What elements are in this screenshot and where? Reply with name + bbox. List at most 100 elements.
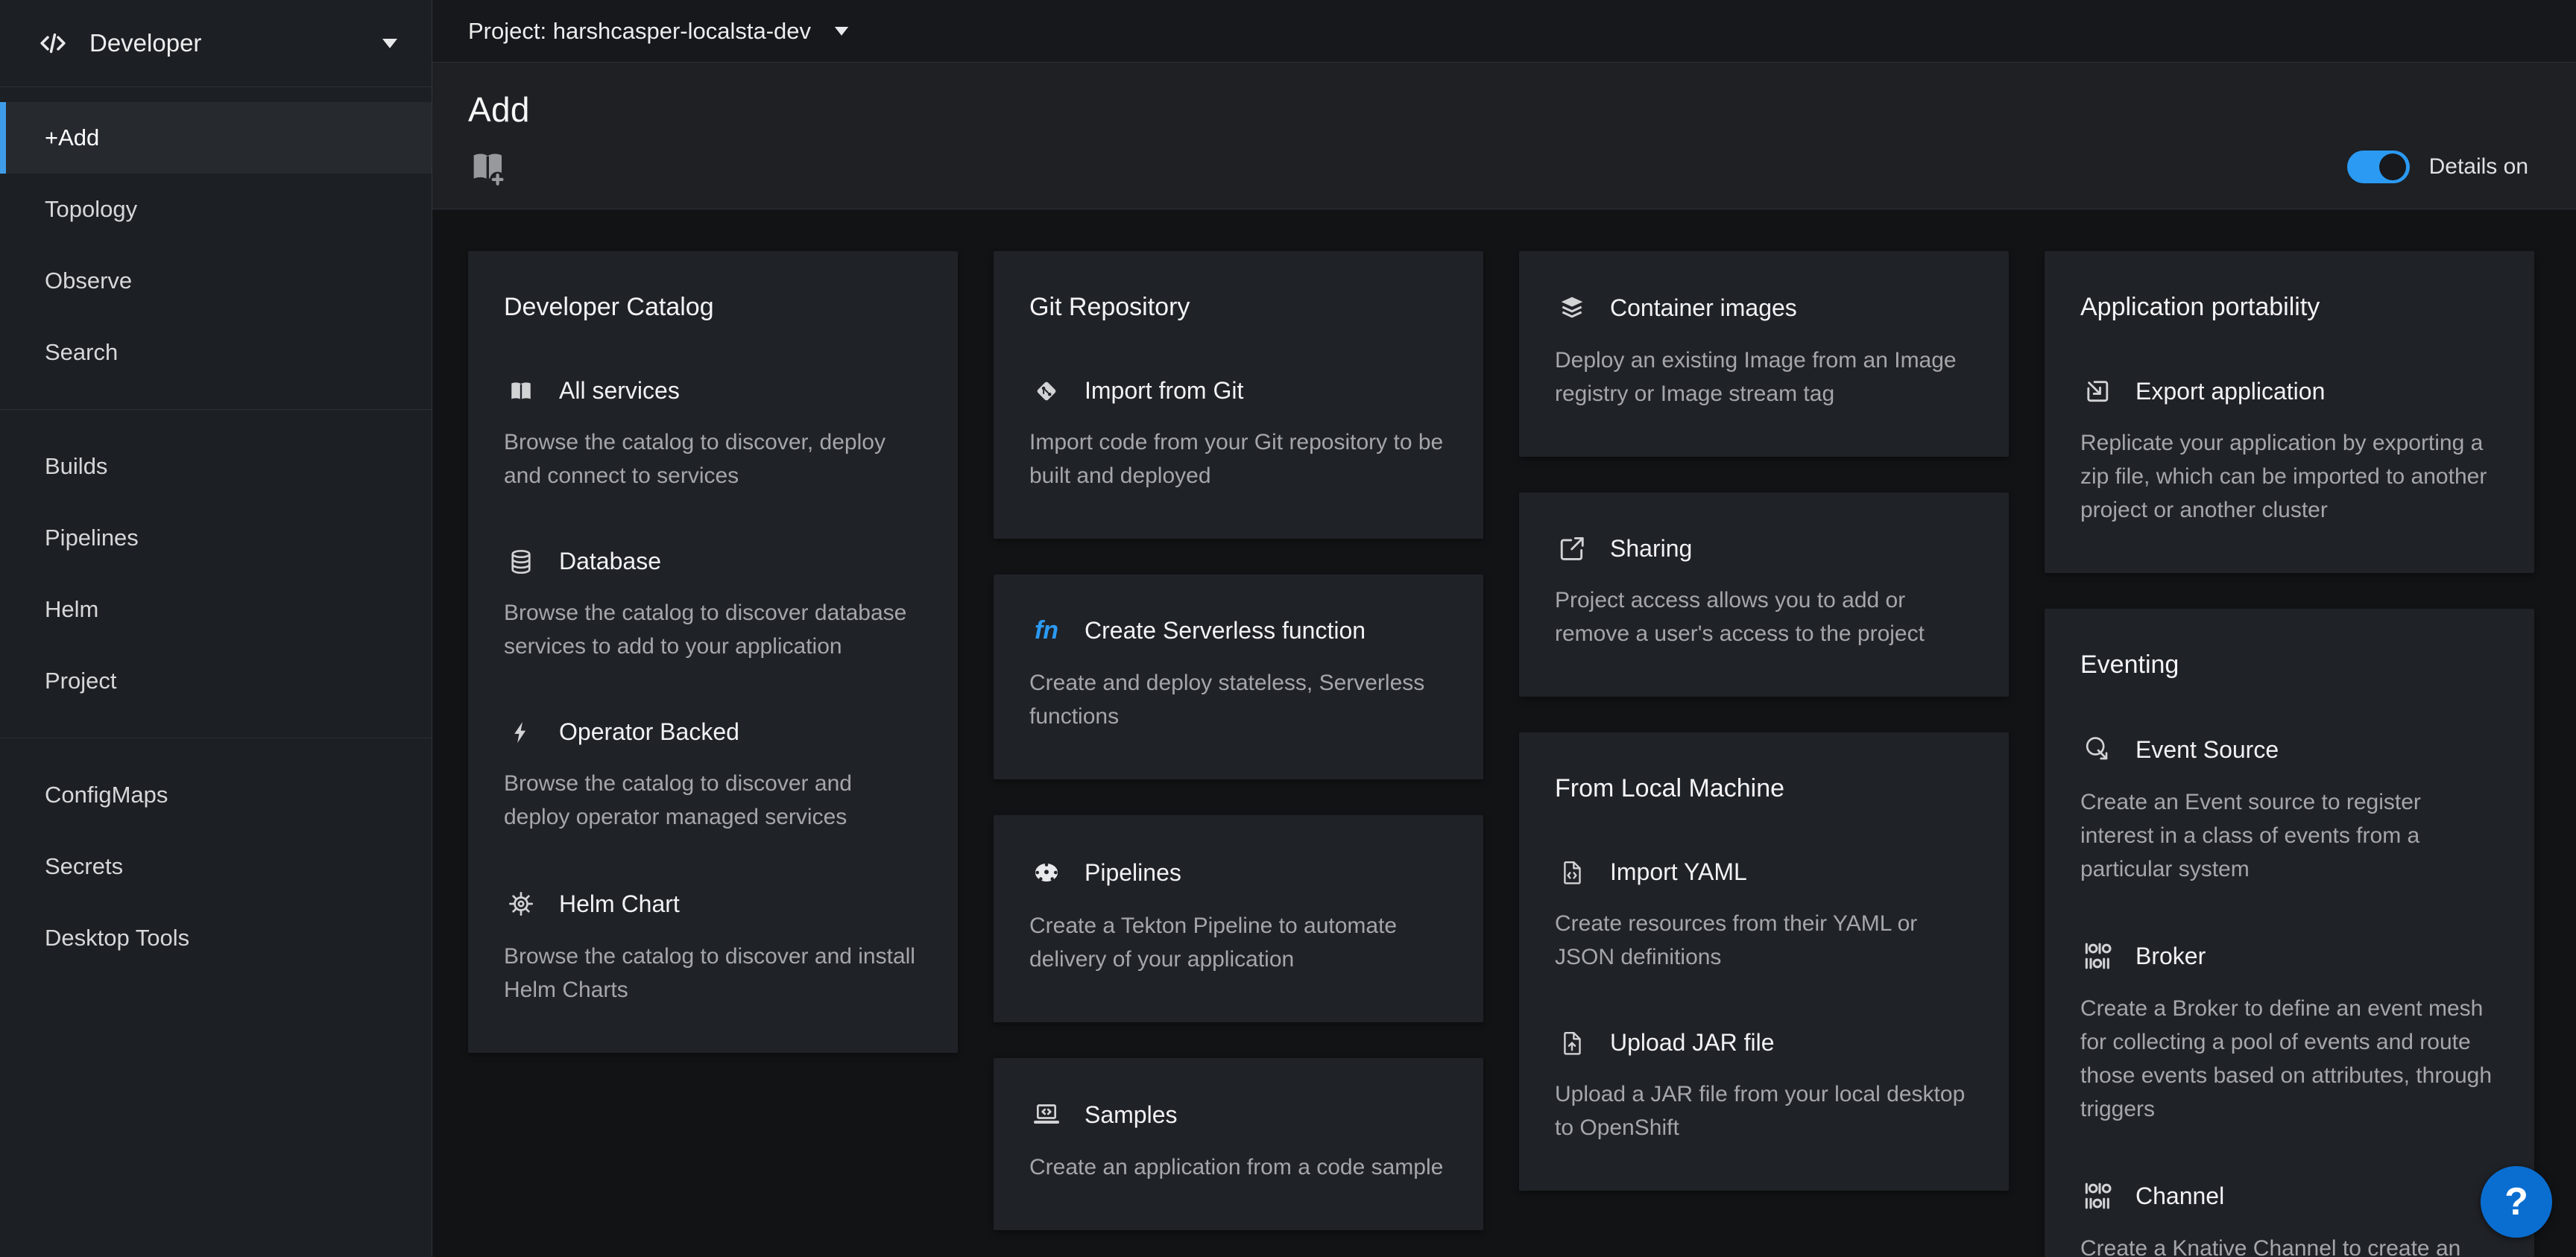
sidebar-item-topology[interactable]: Topology <box>0 174 432 245</box>
card-item-link-upload-jar-file[interactable]: Upload JAR file <box>1555 1029 1973 1057</box>
card-item-description: Browse the catalog to discover and deplo… <box>504 767 922 834</box>
card-item-link-event-source[interactable]: Event Source <box>2080 735 2498 764</box>
card-item-link-pipelines[interactable]: Pipelines <box>1029 857 1448 888</box>
card-item-create-serverless-function: fnCreate Serverless function Create and d… <box>1029 616 1448 733</box>
card-item-link-channel[interactable]: Channel <box>2080 1181 2498 1211</box>
card-column: Git Repository Import from Git Import code… <box>994 251 1483 1230</box>
card-item-link-sharing[interactable]: Sharing <box>1555 534 1973 563</box>
card-item-description: Browse the catalog to discover, deploy a… <box>504 425 922 493</box>
card-sharing: SharingProject access allows you to add … <box>1519 493 2009 697</box>
card-item-import-yaml: Import YAMLCreate resources from their Y… <box>1555 858 1973 974</box>
card-item-link-broker[interactable]: Broker <box>2080 941 2498 971</box>
git-icon <box>1029 378 1064 405</box>
card-item-link-export-application[interactable]: Export application <box>2080 377 2498 405</box>
card-create-serverless-function: fnCreate Serverless function Create and d… <box>994 574 1483 779</box>
card-container-images: Container images Deploy an existing Image… <box>1519 251 2009 457</box>
card-item-event-source: Event Source Create an Event source to re… <box>2080 735 2498 886</box>
card-git-repository: Git Repository Import from Git Import code… <box>994 251 1483 539</box>
perspective-label: Developer <box>89 29 201 57</box>
card-item-channel: Channel Create a Knative Channel to creat… <box>2080 1181 2498 1257</box>
card-item-samples: SamplesCreate an application from a code… <box>1029 1100 1448 1184</box>
database-icon <box>504 548 538 575</box>
broker-icon <box>2080 941 2115 971</box>
card-item-description: Create a Knative Channel to create an ev… <box>2080 1232 2498 1257</box>
file-upload-icon <box>1555 1030 1589 1057</box>
card-item-description: Create a Tekton Pipeline to automate del… <box>1029 909 1448 976</box>
card-item-description: Create a Broker to define an event mesh … <box>2080 992 2498 1126</box>
card-item-pipelines: Pipelines Create a Tekton Pipeline to aut… <box>1029 857 1448 976</box>
card-column: Developer CatalogAll servicesBrowse the … <box>468 251 958 1053</box>
card-title: Application portability <box>2080 293 2498 322</box>
export-icon <box>2080 377 2115 405</box>
card-item-label: Import from Git <box>1085 377 1243 405</box>
card-item-description: Import code from your Git repository to … <box>1029 425 1448 493</box>
file-code-icon <box>1555 859 1589 886</box>
chevron-down-icon <box>381 37 399 49</box>
sidebar-item-add[interactable]: +Add <box>0 102 432 174</box>
card-item-link-import-from-git[interactable]: Import from Git <box>1029 377 1448 405</box>
card-item-link-operator-backed[interactable]: Operator Backed <box>504 718 922 746</box>
card-item-description: Create an Event source to register inter… <box>2080 785 2498 886</box>
card-item-container-images: Container images Deploy an existing Image… <box>1555 293 1973 411</box>
card-item-description: Deploy an existing Image from an Image r… <box>1555 343 1973 411</box>
bolt-icon <box>504 720 538 745</box>
card-samples: SamplesCreate an application from a code… <box>994 1058 1483 1230</box>
details-toggle-label: Details on <box>2429 154 2528 180</box>
sidebar-item-secrets[interactable]: Secrets <box>0 831 432 902</box>
card-item-label: Pipelines <box>1085 859 1181 887</box>
card-item-label: Create Serverless function <box>1085 617 1366 645</box>
sidebar-item-builds[interactable]: Builds <box>0 431 432 502</box>
card-item-label: All services <box>559 377 680 405</box>
details-toggle-row: Details on <box>2347 151 2528 183</box>
card-item-sharing: SharingProject access allows you to add … <box>1555 534 1973 650</box>
samples-icon <box>1029 1100 1064 1130</box>
card-item-operator-backed: Operator Backed Browse the catalog to dis… <box>504 718 922 834</box>
card-item-link-import-yaml[interactable]: Import YAML <box>1555 858 1973 886</box>
card-item-description: Browse the catalog to discover database … <box>504 596 922 663</box>
card-item-label: Container images <box>1610 294 1797 322</box>
card-title: From Local Machine <box>1555 774 1973 803</box>
card-item-label: Helm Chart <box>559 890 680 918</box>
pipelines-icon <box>1029 857 1064 888</box>
card-item-link-samples[interactable]: Samples <box>1029 1100 1448 1130</box>
card-item-description: Create and deploy stateless, Serverless … <box>1029 666 1448 733</box>
sidebar-item-project[interactable]: Project <box>0 645 432 717</box>
card-item-link-helm-chart[interactable]: Helm Chart <box>504 889 922 919</box>
sidebar-item-desktop-tools[interactable]: Desktop Tools <box>0 902 432 974</box>
card-eventing: EventingEvent SourceCreate an Event sour… <box>2045 609 2534 1257</box>
sidebar-item-helm[interactable]: Helm <box>0 574 432 645</box>
card-item-label: Export application <box>2135 378 2325 405</box>
add-page-content: Developer CatalogAll servicesBrowse the … <box>432 209 2576 1257</box>
sidebar-item-configmaps[interactable]: ConfigMaps <box>0 759 432 831</box>
card-item-database: Database Browse the catalog to discover d… <box>504 548 922 663</box>
card-item-link-database[interactable]: Database <box>504 548 922 575</box>
book-open-icon <box>504 378 538 405</box>
perspective-switcher[interactable]: Developer <box>0 0 432 87</box>
card-item-helm-chart: Helm ChartBrowse the catalog to discover… <box>504 889 922 1007</box>
quick-starts-catalog-icon[interactable] <box>468 148 508 189</box>
topbar: Project: harshcasper-localsta-dev <box>432 0 2576 63</box>
app-window: Developer +AddTopologyObserveSearch Build… <box>0 0 2576 1257</box>
card-item-link-create-serverless-function[interactable]: fnCreate Serverless function <box>1029 616 1448 645</box>
card-item-label: Broker <box>2135 943 2206 970</box>
card-item-label: Database <box>559 548 661 575</box>
card-item-label: Import YAML <box>1610 858 1747 886</box>
helm-icon <box>504 889 538 919</box>
details-toggle[interactable] <box>2347 151 2410 183</box>
card-item-upload-jar-file: Upload JAR file Upload a JAR file from yo… <box>1555 1029 1973 1144</box>
sidebar-item-search[interactable]: Search <box>0 317 432 388</box>
card-application-portability: Application portability Export applicatio… <box>2045 251 2534 573</box>
card-item-description: Upload a JAR file from your local deskto… <box>1555 1077 1973 1144</box>
help-button[interactable]: ? <box>2481 1166 2552 1238</box>
card-title: Git Repository <box>1029 293 1448 322</box>
project-selector[interactable]: Project: harshcasper-localsta-dev <box>468 18 850 45</box>
sidebar-item-observe[interactable]: Observe <box>0 245 432 317</box>
card-item-export-application: Export applicationReplicate your applica… <box>2080 377 2498 527</box>
project-selector-label: Project: harshcasper-localsta-dev <box>468 18 811 45</box>
card-item-label: Upload JAR file <box>1610 1029 1775 1057</box>
card-item-link-all-services[interactable]: All services <box>504 377 922 405</box>
card-item-link-container-images[interactable]: Container images <box>1555 293 1973 323</box>
sidebar-item-pipelines[interactable]: Pipelines <box>0 502 432 574</box>
page-title: Add <box>468 89 2534 130</box>
event-source-icon <box>2080 735 2115 764</box>
